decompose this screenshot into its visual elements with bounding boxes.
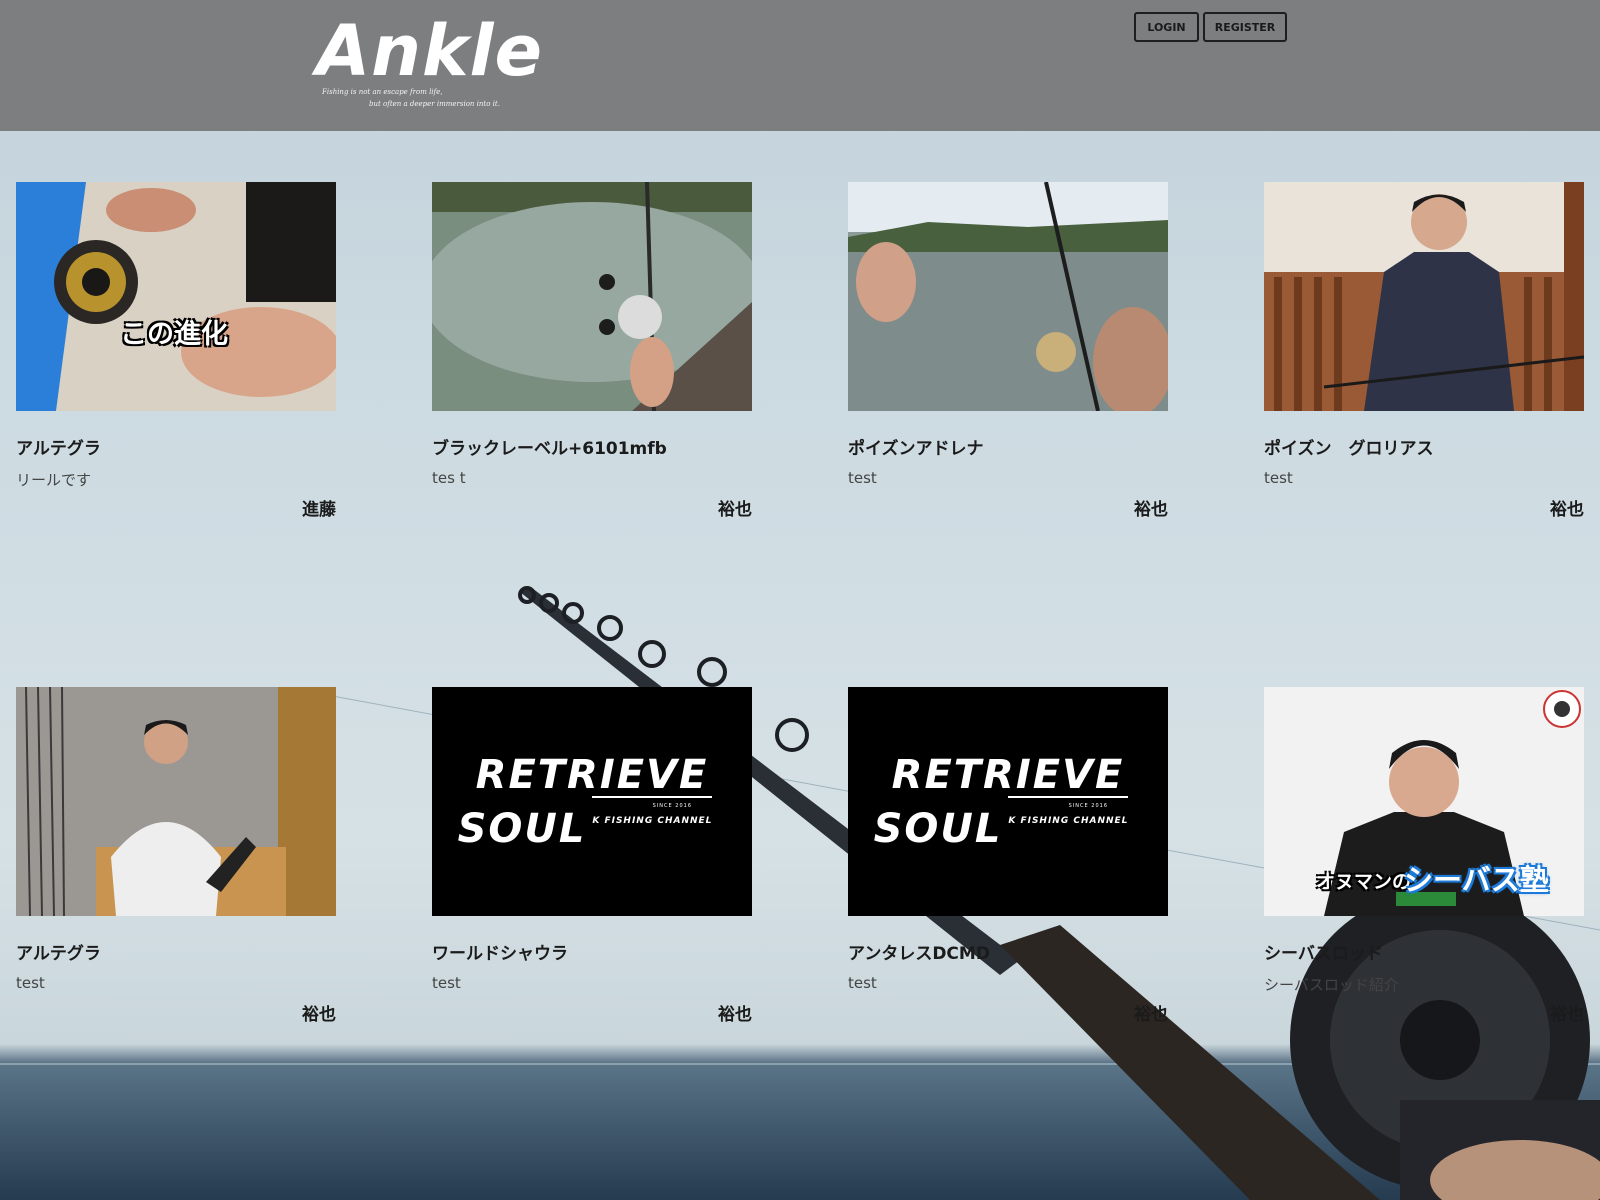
post-username: 進藤 xyxy=(302,500,336,520)
thumbnail-caption-b: シーバス塾 xyxy=(1404,863,1549,897)
post-title[interactable]: アルテグラ xyxy=(16,939,101,964)
post-description: test xyxy=(848,974,877,992)
post-card[interactable]: RETRIEVE SOUL K FISHING CHANNEL SINCE 20… xyxy=(432,687,752,1025)
post-description: test xyxy=(16,974,45,992)
post-title[interactable]: アルテグラ xyxy=(16,434,101,459)
post-username: 裕也 xyxy=(1134,1005,1168,1025)
post-username: 裕也 xyxy=(718,500,752,520)
thumbnail-image xyxy=(16,182,336,411)
post-thumbnail[interactable] xyxy=(1264,182,1584,411)
thumbnail-caption-a: オヌマンの xyxy=(1316,871,1412,893)
post-card[interactable]: ブラックレーベル+6101mfb tes t 裕也 xyxy=(432,182,752,520)
post-card[interactable]: この進化 アルテグラ リールです 進藤 xyxy=(16,182,336,520)
post-username: 裕也 xyxy=(302,1005,336,1025)
post-description: tes t xyxy=(432,469,466,487)
post-thumbnail[interactable]: オヌマンの シーバス塾 xyxy=(1264,687,1584,916)
post-description: シーバスロッド紹介 xyxy=(1264,976,1399,994)
post-title[interactable]: ワールドシャウラ xyxy=(432,939,568,964)
post-card[interactable]: ポイズン グロリアス test 裕也 xyxy=(1264,182,1584,520)
thumbnail-image xyxy=(848,182,1168,411)
channel-logo: RETRIEVE SOUL K FISHING CHANNEL SINCE 20… xyxy=(432,687,752,916)
post-description: test xyxy=(848,469,877,487)
post-thumbnail[interactable] xyxy=(432,182,752,411)
post-card[interactable]: アルテグラ test 裕也 xyxy=(16,687,336,1025)
post-description: test xyxy=(432,974,461,992)
post-title[interactable]: ポイズンアドレナ xyxy=(848,434,984,459)
thumbnail-image xyxy=(16,687,336,916)
post-username: 裕也 xyxy=(1134,500,1168,520)
post-title[interactable]: シーバスロッド xyxy=(1264,939,1383,964)
post-thumbnail[interactable] xyxy=(848,182,1168,411)
post-username: 裕也 xyxy=(1550,1005,1584,1025)
post-username: 裕也 xyxy=(1550,500,1584,520)
thumbnail-image xyxy=(432,182,752,411)
post-grid: この進化 アルテグラ リールです 進藤 ブラックレーベル+6101mfb tes… xyxy=(0,0,1600,1200)
post-thumbnail[interactable]: この進化 xyxy=(16,182,336,411)
post-description: test xyxy=(1264,469,1293,487)
post-card[interactable]: ポイズンアドレナ test 裕也 xyxy=(848,182,1168,520)
post-card[interactable]: オヌマンの シーバス塾 シーバスロッド シーバスロッド紹介 裕也 xyxy=(1264,687,1584,1025)
post-thumbnail[interactable]: RETRIEVE SOUL K FISHING CHANNEL SINCE 20… xyxy=(848,687,1168,916)
post-title[interactable]: ブラックレーベル+6101mfb xyxy=(432,434,667,459)
thumbnail-caption: この進化 xyxy=(120,319,228,350)
post-username: 裕也 xyxy=(718,1005,752,1025)
post-thumbnail[interactable]: RETRIEVE SOUL K FISHING CHANNEL SINCE 20… xyxy=(432,687,752,916)
thumbnail-image xyxy=(1264,182,1584,411)
post-title[interactable]: アンタレスDCMD xyxy=(848,939,990,964)
channel-logo: RETRIEVE SOUL K FISHING CHANNEL SINCE 20… xyxy=(848,687,1168,916)
post-thumbnail[interactable] xyxy=(16,687,336,916)
post-title[interactable]: ポイズン グロリアス xyxy=(1264,434,1434,459)
post-card[interactable]: RETRIEVE SOUL K FISHING CHANNEL SINCE 20… xyxy=(848,687,1168,1025)
post-description: リールです xyxy=(16,471,92,489)
